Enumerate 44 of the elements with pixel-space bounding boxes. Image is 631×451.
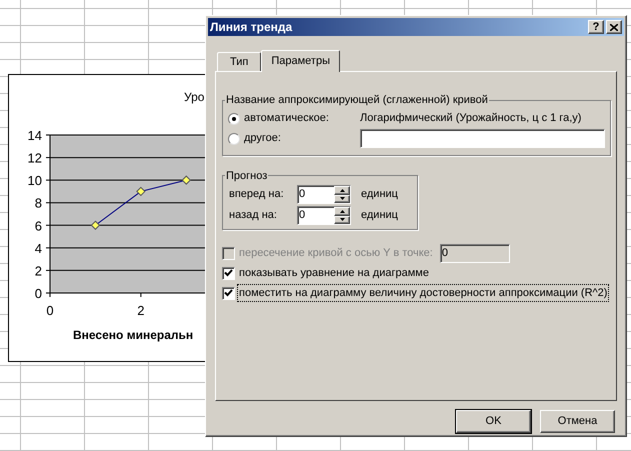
x-tick-label: 0 [46,303,54,318]
chart-title: Уро [184,90,204,104]
group-title: Название аппроксимирующей (сглаженной) кривой [225,93,489,108]
unit-label: единиц [361,187,398,202]
x-axis-title: Внесено минеральн [73,328,194,342]
radio-button[interactable] [228,132,240,144]
help-button[interactable]: ? [588,20,604,34]
y-tick-label: 10 [28,173,42,188]
name-input[interactable] [360,129,605,148]
auto-name-text: Логарифмический (Урожайность, ц с 1 га,у) [360,111,582,126]
y-tick-label: 0 [34,286,42,301]
data-point-marker [90,220,100,230]
y-tick-label: 8 [34,196,42,211]
checkbox-label: пересечение кривой с осью Y в точке: [238,246,434,261]
field-label: вперед на: [229,187,285,202]
tab[interactable]: Параметры [261,50,340,72]
spin-field[interactable]: 0 [297,206,351,225]
y-tick-label: 4 [34,240,42,256]
window-title: Линия тренда [210,19,294,36]
x-tick-label: 2 [137,303,144,318]
spin-up-icon[interactable] [334,207,350,216]
radio-label: другое: [244,131,282,146]
tab[interactable]: Тип [217,52,262,71]
y-tick-label: 2 [34,263,42,278]
checkbox-label: поместить на диаграмму величину достоверности аппроксимации (R^2) [238,284,608,302]
checkbox-label: показывать уравнение на диаграмме [238,266,430,281]
dialog-button[interactable]: Отмена [540,410,615,433]
unit-label: единиц [361,208,398,224]
spin-up-icon[interactable] [334,186,350,194]
dialog-button[interactable]: OK [456,410,531,433]
y-tick-label: 14 [28,128,42,143]
checkbox[interactable] [222,266,235,280]
spin-field[interactable]: 0 [297,185,351,204]
close-button[interactable] [606,20,622,34]
group-title: Прогноз [225,168,268,184]
close-icon [610,24,618,30]
radio-button[interactable] [228,112,240,124]
y-tick-label: 12 [28,150,42,166]
radio-label: автоматическое: [244,111,330,126]
checkbox[interactable] [222,286,235,300]
y-tick-label: 6 [34,218,42,234]
field-label: назад на: [229,208,278,224]
data-point-marker [182,175,191,185]
data-point-marker [136,186,146,196]
